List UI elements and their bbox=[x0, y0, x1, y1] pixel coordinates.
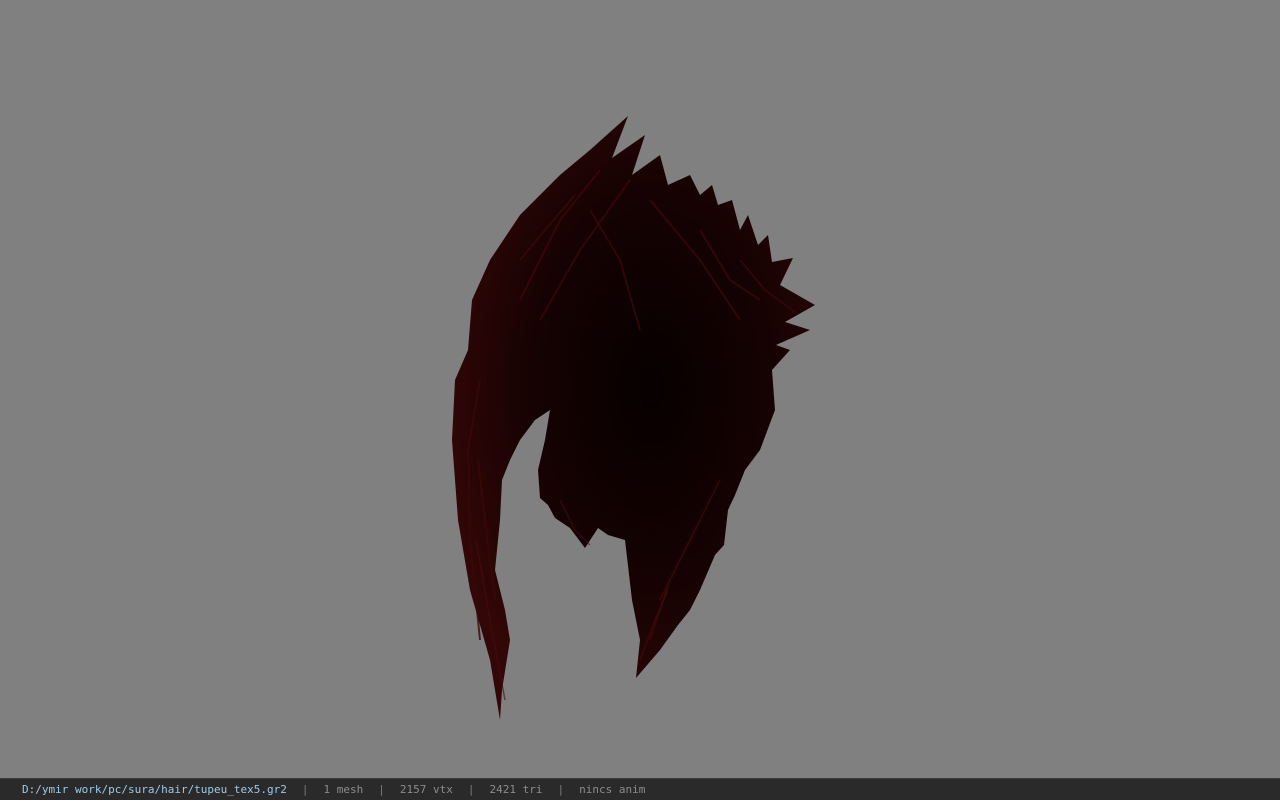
vertex-count: 2157 vtx bbox=[399, 783, 453, 796]
hair-model bbox=[452, 116, 815, 720]
file-path: D:/ymir work/pc/sura/hair/tupeu_tex5.gr2 bbox=[22, 783, 287, 796]
hair-mass bbox=[452, 116, 815, 720]
mesh-count: 1 mesh bbox=[323, 783, 364, 796]
separator: | bbox=[378, 783, 385, 796]
separator: | bbox=[467, 783, 475, 796]
triangle-count: 2421 tri bbox=[489, 783, 543, 796]
separator: | bbox=[557, 783, 565, 796]
separator: | bbox=[301, 783, 309, 796]
3d-viewport[interactable] bbox=[0, 0, 1280, 778]
status-bar: D:/ymir work/pc/sura/hair/tupeu_tex5.gr2… bbox=[0, 778, 1280, 800]
anim-status: nincs anim bbox=[579, 783, 646, 796]
